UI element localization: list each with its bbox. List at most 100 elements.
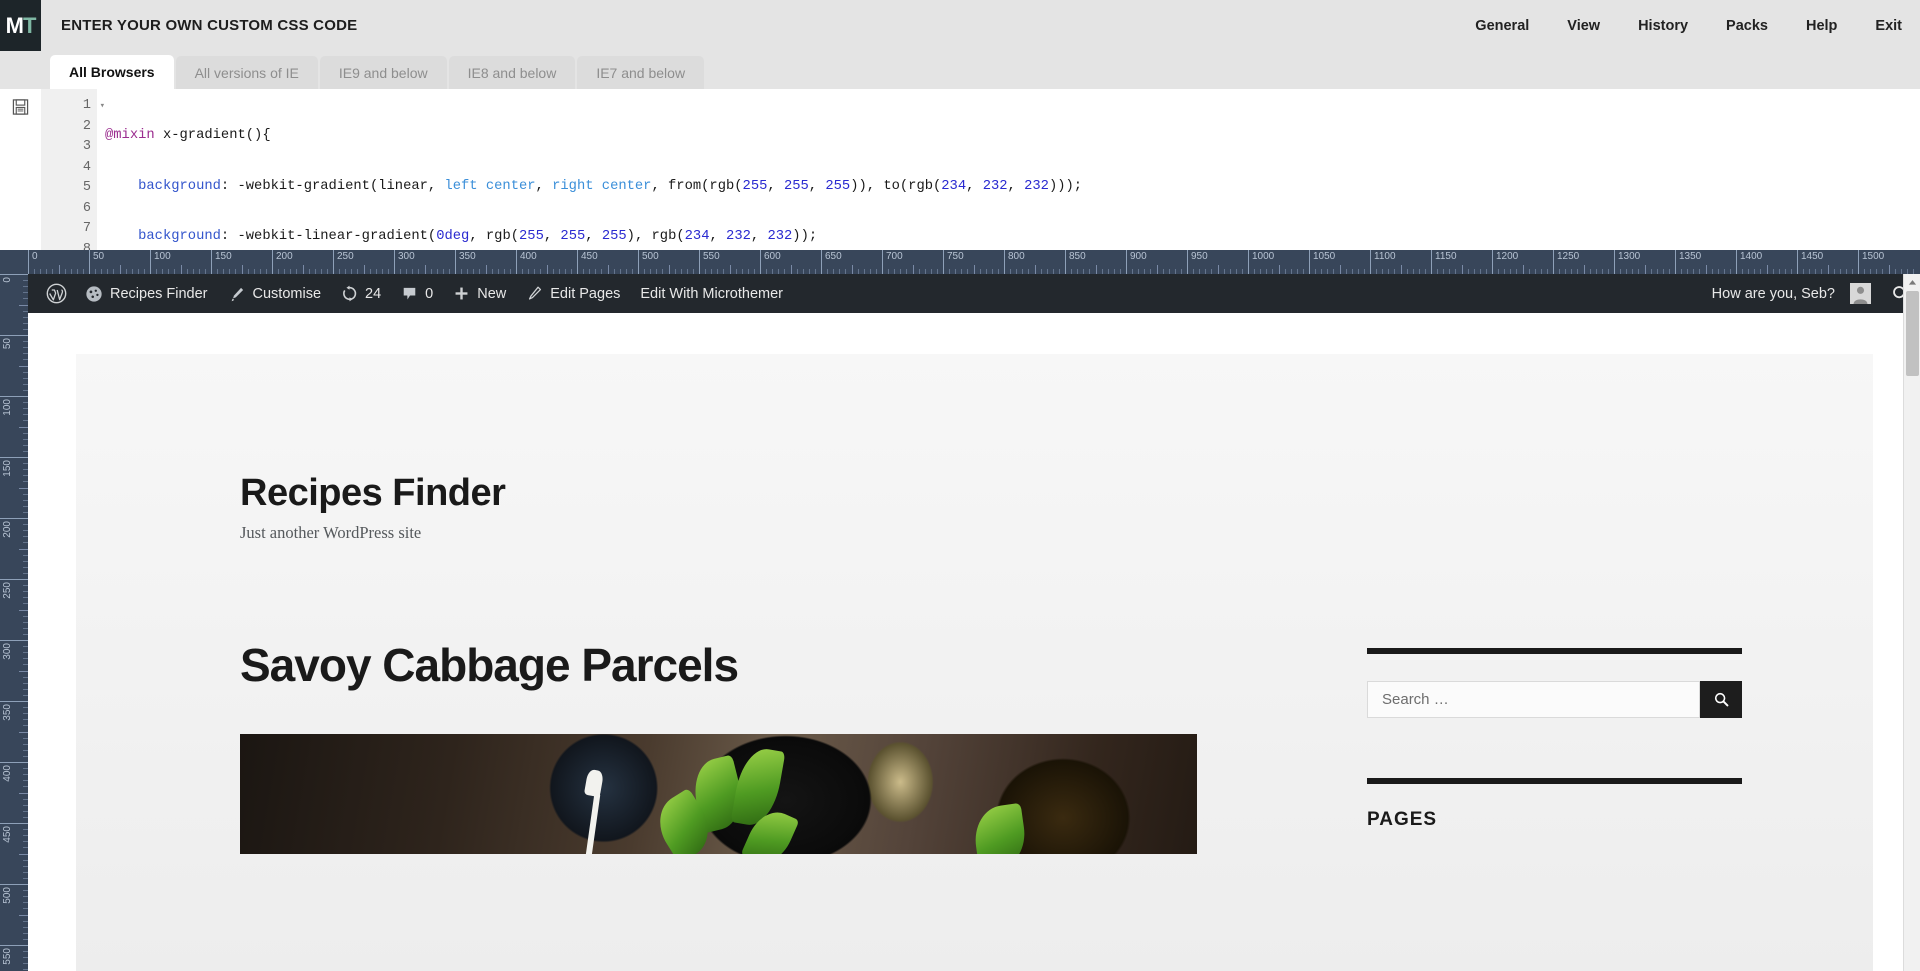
viewport-scrollbar[interactable] xyxy=(1903,274,1920,971)
app-logo[interactable]: MT xyxy=(0,0,41,51)
scroll-up-arrow-icon[interactable] xyxy=(1904,274,1920,291)
ruler-h-minor-tick xyxy=(1034,265,1036,274)
page-title: ENTER YOUR OWN CUSTOM CSS CODE xyxy=(61,17,358,34)
tab-ie7-and-below[interactable]: IE7 and below xyxy=(577,56,705,89)
ruler-h-minor-tick xyxy=(119,265,121,274)
ruler-h-tick: 1000 xyxy=(1248,250,1274,274)
wpbar-label: Customise xyxy=(252,285,322,302)
wpbar-greeting: How are you, Seb? xyxy=(1711,285,1835,302)
site-title[interactable]: Recipes Finder xyxy=(240,472,1873,515)
ruler-h-tick: 700 xyxy=(882,250,903,274)
entry-title[interactable]: Savoy Cabbage Parcels xyxy=(240,640,1197,691)
scrollbar-thumb[interactable] xyxy=(1906,291,1919,376)
wordpress-icon xyxy=(46,283,67,304)
vertical-ruler[interactable]: 050100150200250300350400450500550600650 xyxy=(0,274,28,971)
dashboard-icon xyxy=(86,285,102,302)
editor-code-lines[interactable]: @mixin x-gradient(){ background: -webkit… xyxy=(97,89,1920,250)
ruler-h-minor-tick xyxy=(546,265,548,274)
line-number: 3 xyxy=(82,139,91,154)
tab-ie8-and-below[interactable]: IE8 and below xyxy=(448,56,576,89)
content-columns: Savoy Cabbage Parcels Search … PAGES xyxy=(76,543,1873,854)
ruler-h-minor-tick xyxy=(58,265,60,274)
ruler-h-minor-tick xyxy=(1095,265,1097,274)
sidebar: PAGES xyxy=(1367,640,1767,854)
ruler-h-tick: 1200 xyxy=(1492,250,1518,274)
wpbar-item-edit-with-microthemer[interactable]: Edit With Microthemer xyxy=(630,274,793,313)
ruler-h-label: 600 xyxy=(764,251,781,262)
ruler-h-tick: 1250 xyxy=(1553,250,1579,274)
preview-pane: 0 50 100 150 200 250 300 350 400 450 500 550 600 650 7… xyxy=(0,250,1920,971)
wpbar-item-edit-pages[interactable]: Edit Pages xyxy=(516,274,630,313)
ruler-v-label: 300 xyxy=(2,643,13,660)
ruler-h-label: 550 xyxy=(703,251,720,262)
ruler-v-tick: 500 xyxy=(0,884,28,904)
widget-title-pages: PAGES xyxy=(1367,809,1438,830)
menu-item-packs[interactable]: Packs xyxy=(1726,18,1768,34)
line-number: 8 xyxy=(82,241,91,251)
ruler-h-tick: 200 xyxy=(272,250,293,274)
site-viewport: Recipes Finder Customise 24 0 New Edit P… xyxy=(28,274,1920,971)
menu-item-help[interactable]: Help xyxy=(1806,18,1837,34)
ruler-v-tick: 150 xyxy=(0,457,28,477)
ruler-h-minor-tick xyxy=(485,265,487,274)
wp-admin-bar-right: How are you, Seb? xyxy=(1702,274,1920,313)
ruler-h-minor-tick xyxy=(180,265,182,274)
ruler-h-tick: 1150 xyxy=(1431,250,1457,274)
ruler-h-minor-tick xyxy=(607,265,609,274)
css-code-editor[interactable]: 1▾ 2 3 4 5 6 7 8 9 10 @mixin x-gradient(… xyxy=(0,89,1920,250)
ruler-h-tick: 1300 xyxy=(1614,250,1640,274)
ruler-h-minor-tick xyxy=(424,265,426,274)
ruler-h-tick: 400 xyxy=(516,250,537,274)
ruler-v-tick: 100 xyxy=(0,396,28,416)
search-submit-button[interactable] xyxy=(1700,681,1742,718)
menu-item-exit[interactable]: Exit xyxy=(1875,18,1902,34)
ruler-h-label: 500 xyxy=(642,251,659,262)
ruler-h-label: 0 xyxy=(32,251,38,262)
microthemer-app: MT ENTER YOUR OWN CUSTOM CSS CODE Genera… xyxy=(0,0,1920,971)
app-logo-t: T xyxy=(22,12,36,38)
fold-arrow-icon[interactable]: ▾ xyxy=(100,96,105,117)
wpbar-item-customise[interactable]: Customise xyxy=(218,274,332,313)
ruler-v-label: 400 xyxy=(2,765,13,782)
ruler-h-tick: 750 xyxy=(943,250,964,274)
ruler-h-label: 450 xyxy=(581,251,598,262)
save-icon[interactable] xyxy=(12,98,29,116)
ruler-h-label: 750 xyxy=(947,251,964,262)
wp-logo-button[interactable] xyxy=(28,274,75,313)
ruler-v-minor-tick xyxy=(19,792,28,794)
app-menu: General View History Packs Help Exit xyxy=(1475,0,1902,51)
avatar-icon xyxy=(1853,286,1868,304)
ruler-h-label: 1100 xyxy=(1374,251,1396,262)
wpbar-item-new[interactable]: New xyxy=(443,274,516,313)
search-input[interactable] xyxy=(1367,681,1700,718)
ruler-h-minor-tick xyxy=(1156,265,1158,274)
wpbar-item-comments[interactable]: 0 xyxy=(391,274,443,313)
ruler-h-label: 1450 xyxy=(1801,251,1824,262)
ruler-v-minor-tick xyxy=(19,914,28,916)
tab-all-versions-of-ie[interactable]: All versions of IE xyxy=(175,56,318,89)
ruler-h-tick: 950 xyxy=(1187,250,1208,274)
menu-item-view[interactable]: View xyxy=(1567,18,1600,34)
wpbar-item-recipes-finder[interactable]: Recipes Finder xyxy=(75,274,218,313)
ruler-v-minor-tick xyxy=(19,304,28,306)
editor-toolbar xyxy=(0,89,41,250)
horizontal-ruler[interactable]: 0 50 100 150 200 250 300 350 400 450 500 550 600 650 7… xyxy=(0,250,1920,274)
tab-ie9-and-below[interactable]: IE9 and below xyxy=(319,56,447,89)
ruler-h-tick: 1350 xyxy=(1675,250,1701,274)
ruler-h-label: 300 xyxy=(398,251,415,262)
menu-item-general[interactable]: General xyxy=(1475,18,1529,34)
wpbar-item-updates[interactable]: 24 xyxy=(331,274,391,313)
ruler-h-minor-tick xyxy=(1400,265,1402,274)
ruler-h-tick: 1050 xyxy=(1309,250,1335,274)
brush-icon xyxy=(231,287,243,301)
wpbar-account-menu[interactable]: How are you, Seb? xyxy=(1702,274,1881,313)
wpbar-label: Recipes Finder xyxy=(110,285,208,302)
tab-all-browsers[interactable]: All Browsers xyxy=(50,55,174,89)
ruler-h-label: 1200 xyxy=(1496,251,1519,262)
ruler-h-label: 50 xyxy=(93,251,105,262)
ruler-h-minor-tick xyxy=(302,265,304,274)
ruler-h-tick: 350 xyxy=(455,250,476,274)
menu-item-history[interactable]: History xyxy=(1638,18,1688,34)
ruler-v-label: 50 xyxy=(2,338,13,350)
ruler-h-label: 1350 xyxy=(1679,251,1702,262)
